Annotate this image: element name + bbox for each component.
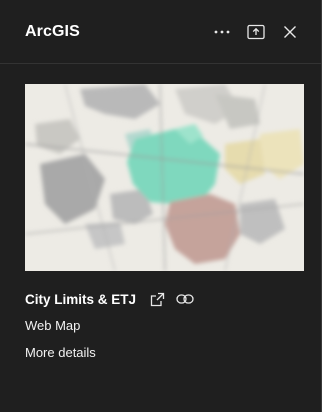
more-horizontal-icon: [214, 30, 230, 33]
map-thumbnail[interactable]: [25, 84, 304, 271]
item-type: Web Map: [25, 318, 81, 333]
map-thumbnail-image: [25, 84, 304, 271]
item-title-row: City Limits & ETJ: [25, 289, 321, 309]
item-title: City Limits & ETJ: [25, 291, 137, 307]
panel-header: ArcGIS: [0, 0, 321, 64]
close-button[interactable]: [273, 15, 307, 49]
link-icon: [176, 294, 194, 304]
arcgis-panel: ArcGIS City Limits & ETJ Web Map More de…: [0, 0, 322, 412]
item-content: City Limits & ETJ Web Map More details: [0, 64, 321, 362]
pop-out-icon: [247, 24, 265, 39]
more-details-link[interactable]: More details: [25, 345, 96, 360]
more-options-button[interactable]: [205, 15, 239, 49]
copy-link-button[interactable]: [174, 289, 196, 309]
open-external-button[interactable]: [146, 289, 168, 309]
close-icon: [284, 25, 296, 38]
external-link-icon: [150, 292, 164, 306]
panel-title: ArcGIS: [25, 22, 80, 40]
pop-out-button[interactable]: [239, 15, 273, 49]
